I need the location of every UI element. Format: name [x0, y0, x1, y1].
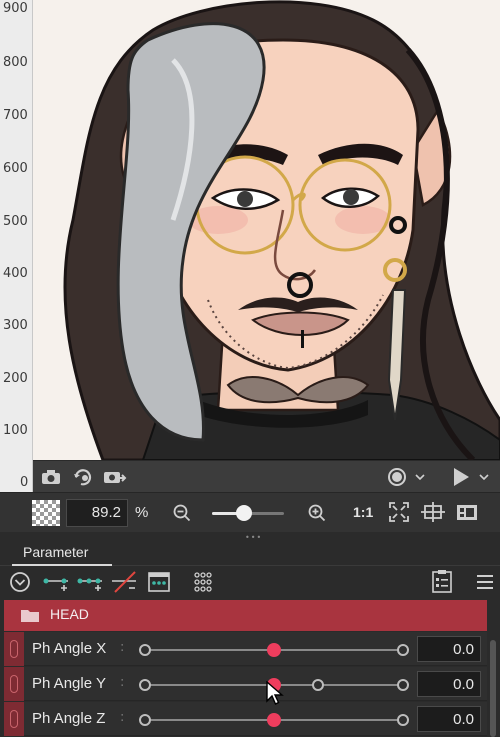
- film-strip-icon[interactable]: [455, 501, 479, 523]
- app-window: 900 800 700 600 500 400 300 200 100 0 89…: [0, 0, 500, 737]
- zoom-out-icon[interactable]: [170, 502, 194, 524]
- ruler-label: 0: [20, 475, 29, 490]
- ruler-label: 500: [3, 214, 28, 229]
- ruler-label: 600: [3, 161, 28, 176]
- clipboard-list-icon[interactable]: [430, 570, 454, 593]
- menu-icon[interactable]: [474, 571, 496, 593]
- vertical-ruler: 900 800 700 600 500 400 300 200 100 0: [0, 0, 33, 492]
- parameter-value-input[interactable]: 0.0: [417, 706, 481, 732]
- zoom-input[interactable]: 89.2: [66, 499, 128, 527]
- slider-max-marker[interactable]: [397, 679, 409, 691]
- parameter-panel-header: Parameter: [0, 538, 500, 566]
- slider-min-marker[interactable]: [139, 714, 151, 726]
- row-stripe: [4, 667, 24, 701]
- camera-rotate-icon[interactable]: [71, 466, 95, 488]
- ruler-label: 700: [3, 108, 28, 123]
- ruler-label: 200: [3, 371, 28, 386]
- ruler-label: 400: [3, 266, 28, 281]
- link-handle-icon[interactable]: [10, 710, 18, 728]
- collapse-all-icon[interactable]: [8, 571, 32, 593]
- zoom-slider-knob[interactable]: [236, 505, 253, 521]
- zoom-unit-label: %: [135, 504, 149, 521]
- panel-scrollbar[interactable]: [490, 640, 496, 737]
- camera-icon[interactable]: [39, 466, 63, 488]
- slider-max-marker[interactable]: [397, 714, 409, 726]
- parameter-slider-knob[interactable]: [267, 643, 281, 657]
- dot-grid-icon[interactable]: [191, 571, 215, 593]
- keyform-panel-icon[interactable]: [147, 571, 171, 593]
- parameter-slider-knob[interactable]: [267, 713, 281, 727]
- delete-parameter-icon[interactable]: [110, 571, 138, 593]
- slider-mid-marker[interactable]: [311, 679, 324, 691]
- separator-icon: :: [120, 710, 125, 725]
- slider-min-marker[interactable]: [139, 679, 151, 691]
- parameter-row-angle-y[interactable]: Ph Angle Y : 0.0: [4, 667, 487, 701]
- ruler-label: 800: [3, 55, 28, 70]
- slider-max-marker[interactable]: [397, 644, 409, 656]
- ruler-label: 100: [3, 423, 28, 438]
- separator-icon: :: [120, 640, 125, 655]
- group-label: HEAD: [50, 606, 89, 622]
- transparency-toggle-icon[interactable]: [32, 500, 60, 526]
- parameter-value-input[interactable]: 0.0: [417, 636, 481, 662]
- play-icon[interactable]: [449, 466, 473, 488]
- parameter-value-input[interactable]: 0.0: [417, 671, 481, 697]
- tab-parameter[interactable]: Parameter: [12, 541, 112, 566]
- chevron-down-icon[interactable]: [412, 466, 428, 488]
- actual-size-button[interactable]: 1:1: [353, 504, 373, 520]
- view-toolbar: 89.2 % 1:1: [0, 492, 500, 532]
- camera-export-icon[interactable]: [103, 466, 127, 488]
- parameter-name: Ph Angle Y: [32, 675, 106, 692]
- fit-to-window-icon[interactable]: [387, 501, 411, 523]
- add-parameter-icon[interactable]: [42, 571, 70, 593]
- artwork-canvas[interactable]: [33, 0, 500, 460]
- chevron-down-icon[interactable]: [476, 466, 492, 488]
- link-handle-icon[interactable]: [10, 640, 18, 658]
- parameter-name: Ph Angle X: [32, 640, 107, 657]
- parameter-row-angle-x[interactable]: Ph Angle X : 0.0: [4, 632, 487, 666]
- parameter-toolbar: [0, 566, 500, 600]
- slider-min-marker[interactable]: [139, 644, 151, 656]
- character-illustration: [33, 0, 500, 460]
- row-stripe: [4, 632, 24, 666]
- grid-frame-icon[interactable]: [421, 501, 445, 523]
- separator-icon: :: [120, 675, 125, 690]
- zoom-in-icon[interactable]: [305, 502, 329, 524]
- mouse-cursor-icon: [266, 680, 284, 711]
- parameter-row-angle-z[interactable]: Ph Angle Z : 0.0: [4, 702, 487, 736]
- parameter-name: Ph Angle Z: [32, 710, 106, 727]
- row-stripe: [4, 702, 24, 736]
- ruler-label: 900: [3, 1, 28, 16]
- parameter-group-head[interactable]: HEAD: [4, 600, 487, 631]
- ruler-label: 300: [3, 318, 28, 333]
- canvas-toolbar: [33, 460, 500, 492]
- link-handle-icon[interactable]: [10, 675, 18, 693]
- record-icon[interactable]: [385, 466, 409, 488]
- folder-icon: [20, 608, 40, 627]
- add-blend-parameter-icon[interactable]: [76, 571, 104, 593]
